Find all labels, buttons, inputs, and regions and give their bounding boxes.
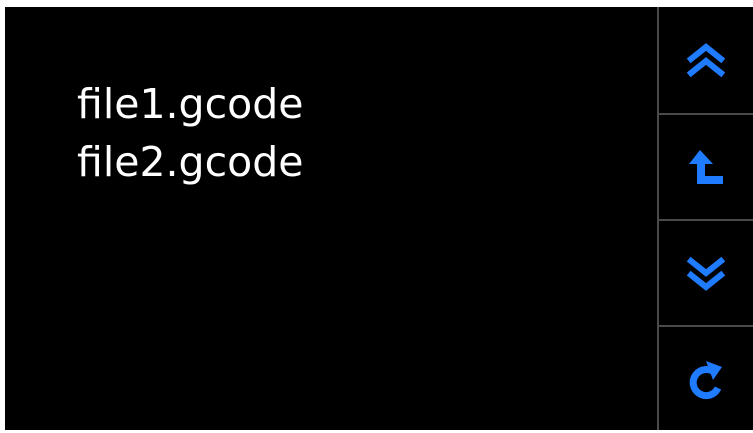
double-chevron-down-icon [686,256,726,291]
refresh-icon [689,361,722,400]
page-up-button[interactable] [659,7,753,113]
double-chevron-up-icon [686,43,726,78]
file-list: file1.gcode file2.gcode [77,75,637,191]
parent-directory-button[interactable] [659,115,753,221]
navigation-toolbar [657,7,753,430]
file-list-item[interactable]: file2.gcode [77,133,637,191]
file-list-item[interactable]: file1.gcode [77,75,637,133]
page-down-button[interactable] [659,221,753,327]
return-up-icon [689,150,723,184]
refresh-button[interactable] [659,327,753,433]
file-browser-screen: file1.gcode file2.gcode [5,7,753,430]
